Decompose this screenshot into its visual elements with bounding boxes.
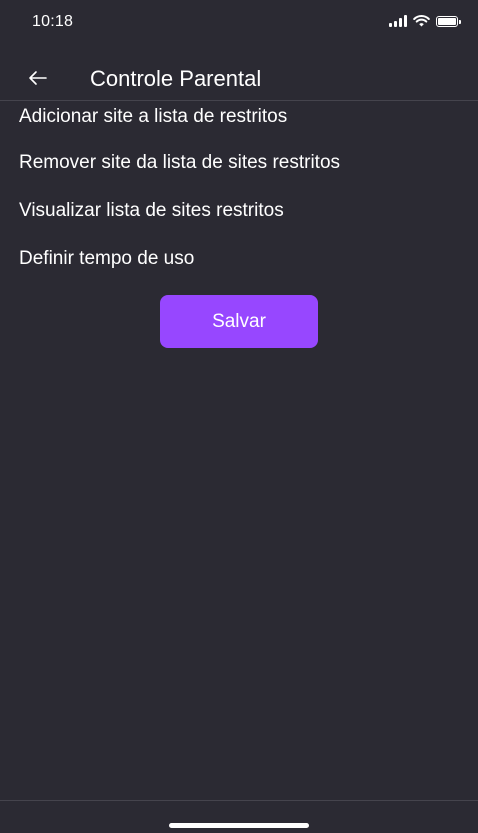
bottom-divider — [0, 800, 478, 801]
save-button[interactable]: Salvar — [160, 295, 318, 348]
menu-item-view-restricted-sites[interactable]: Visualizar lista de sites restritos — [19, 200, 284, 222]
arrow-left-icon — [29, 71, 47, 85]
status-bar: 10:18 — [0, 0, 478, 46]
wifi-icon — [413, 15, 430, 27]
home-indicator[interactable] — [169, 823, 309, 828]
status-time: 10:18 — [32, 13, 74, 30]
battery-icon — [436, 15, 461, 27]
menu-item-add-restricted-site[interactable]: Adicionar site a lista de restritos — [19, 106, 287, 128]
back-button[interactable] — [24, 64, 52, 92]
signal-icon — [389, 15, 407, 27]
menu-item-remove-restricted-site[interactable]: Remover site da lista de sites restritos — [19, 152, 340, 174]
menu-item-set-usage-time[interactable]: Definir tempo de uso — [19, 248, 194, 270]
status-icons — [389, 15, 461, 27]
page-title: Controle Parental — [90, 66, 262, 91]
app-header: Controle Parental — [0, 54, 478, 101]
